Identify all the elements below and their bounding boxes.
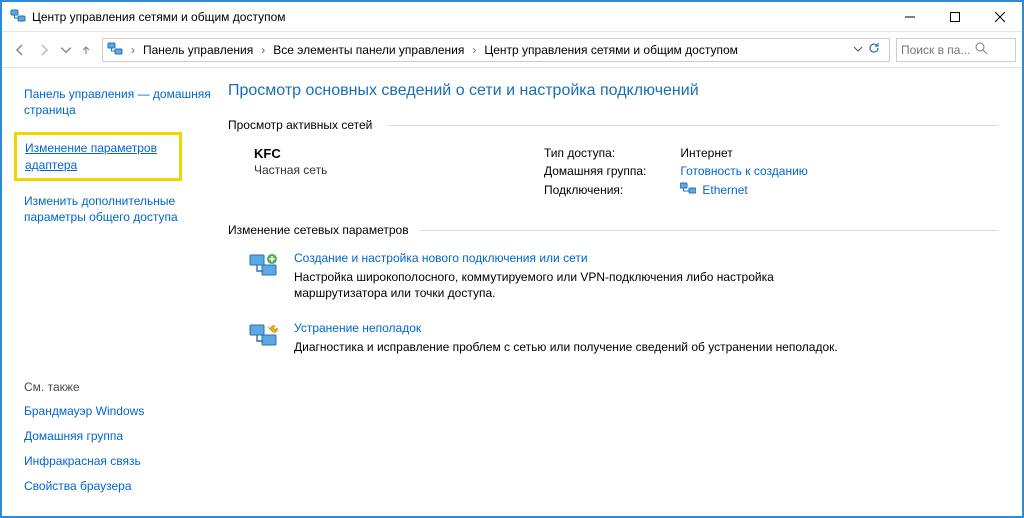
see-also-link-homegroup[interactable]: Домашняя группа (24, 429, 212, 443)
change-settings-header: Изменение сетевых параметров (228, 223, 998, 237)
control-panel-home-link[interactable]: Панель управления — домашняя страница (24, 86, 212, 118)
search-icon[interactable] (975, 42, 988, 58)
close-button[interactable] (977, 2, 1022, 31)
homegroup-link[interactable]: Готовность к созданию (680, 164, 807, 178)
connections-label: Подключения: (544, 183, 646, 197)
page-heading: Просмотр основных сведений о сети и наст… (228, 82, 998, 100)
option-new-connection: Создание и настройка нового подключения … (248, 251, 998, 301)
active-network-block: KFC Частная сеть Тип доступа: Интернет Д… (254, 146, 998, 197)
see-also-link-infrared[interactable]: Инфракрасная связь (24, 454, 212, 468)
troubleshoot-desc: Диагностика и исправление проблем с сеть… (294, 339, 838, 355)
breadcrumb-item[interactable]: Центр управления сетями и общим доступом (480, 43, 742, 57)
search-input[interactable] (901, 43, 971, 57)
see-also-link-firewall[interactable]: Брандмауэр Windows (24, 404, 212, 418)
change-adapter-settings-link[interactable]: Изменение параметров адаптера (25, 140, 171, 172)
network-center-icon (10, 9, 26, 25)
breadcrumb-sep-icon: › (129, 43, 137, 57)
network-name: KFC (254, 146, 504, 161)
minimize-button[interactable] (887, 2, 932, 31)
address-bar[interactable]: › Панель управления › Все элементы панел… (102, 38, 890, 62)
new-connection-desc: Настройка широкополосного, коммутируемог… (294, 269, 854, 301)
window-title: Центр управления сетями и общим доступом (32, 10, 887, 24)
option-troubleshoot: Устранение неполадок Диагностика и испра… (248, 321, 998, 355)
network-center-icon (107, 42, 123, 58)
breadcrumb-sep-icon: › (259, 43, 267, 57)
connection-link[interactable]: Ethernet (702, 183, 747, 197)
sidebar: Панель управления — домашняя страница Из… (2, 68, 224, 514)
breadcrumb-item[interactable]: Все элементы панели управления (269, 43, 468, 57)
new-connection-icon (248, 251, 280, 283)
access-type-value: Интернет (680, 146, 807, 160)
titlebar: Центр управления сетями и общим доступом (2, 2, 1022, 32)
refresh-icon[interactable] (867, 41, 881, 58)
troubleshoot-icon (248, 321, 280, 353)
ethernet-icon (680, 182, 696, 197)
main-content: Просмотр основных сведений о сети и наст… (224, 68, 1022, 514)
maximize-button[interactable] (932, 2, 977, 31)
nav-back-button[interactable] (12, 42, 28, 58)
navbar: › Панель управления › Все элементы панел… (2, 32, 1022, 68)
see-also-section: См. также Брандмауэр Windows Домашняя гр… (24, 380, 212, 504)
highlight-adapter-settings: Изменение параметров адаптера (14, 132, 182, 180)
network-category: Частная сеть (254, 163, 504, 177)
troubleshoot-link[interactable]: Устранение неполадок (294, 321, 421, 335)
active-networks-header: Просмотр активных сетей (228, 118, 998, 132)
new-connection-link[interactable]: Создание и настройка нового подключения … (294, 251, 588, 265)
nav-up-button[interactable] (80, 44, 92, 56)
nav-recent-button[interactable] (60, 44, 72, 56)
see-also-header: См. также (24, 380, 212, 394)
access-type-label: Тип доступа: (544, 146, 646, 160)
change-sharing-settings-link[interactable]: Изменить дополнительные параметры общего… (24, 193, 212, 225)
search-box[interactable] (896, 38, 1016, 62)
see-also-link-internet-options[interactable]: Свойства браузера (24, 479, 212, 493)
homegroup-label: Домашняя группа: (544, 164, 646, 178)
chevron-down-icon[interactable] (853, 43, 863, 57)
nav-forward-button[interactable] (36, 42, 52, 58)
window-controls (887, 2, 1022, 31)
breadcrumb-item[interactable]: Панель управления (139, 43, 257, 57)
breadcrumb-sep-icon: › (470, 43, 478, 57)
